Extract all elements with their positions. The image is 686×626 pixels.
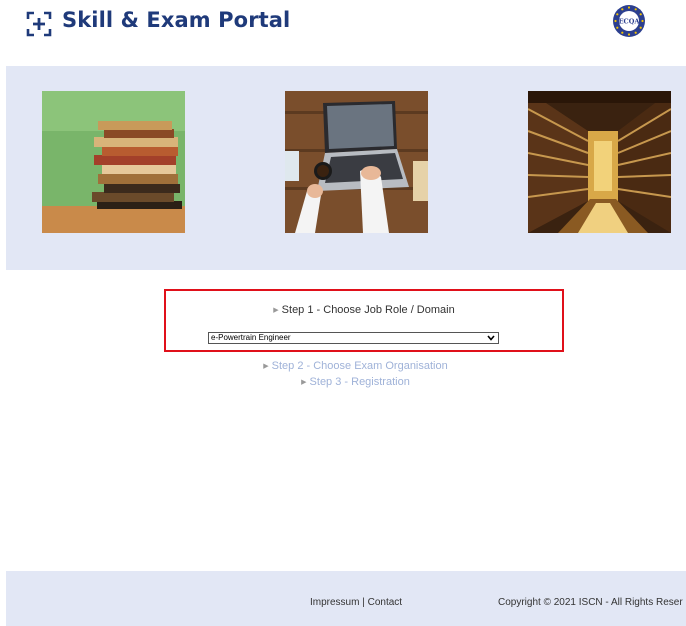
job-role-select-value: e-Powertrain Engineer (211, 333, 291, 342)
step1-label: Step 1 - Choose Job Role / Domain (281, 304, 455, 316)
step-bullet-icon: ▶ (263, 363, 269, 370)
image-banner (6, 66, 686, 270)
site-footer: Impressum | Contact Copyright © 2021 ISC… (6, 571, 686, 626)
step-bullet-icon: ▶ (273, 307, 279, 314)
ecqa-logo-icon[interactable]: ECQA (612, 4, 646, 38)
library-hall-image (528, 91, 671, 233)
step-bullet-icon: ▶ (301, 379, 307, 386)
stacked-books-image (42, 91, 185, 233)
ecqa-badge-text: ECQA (619, 18, 641, 26)
step2-label: Step 2 - Choose Exam Organisation (271, 360, 448, 372)
contact-link[interactable]: Contact (368, 597, 402, 608)
step1-highlight-box: ▶ Step 1 - Choose Job Role / Domain e-Pow… (164, 289, 564, 352)
step3-link[interactable]: ▶ Step 3 - Registration (0, 376, 686, 388)
step1-heading[interactable]: ▶ Step 1 - Choose Job Role / Domain (166, 304, 562, 316)
footer-links: Impressum | Contact (310, 597, 402, 608)
laptop-typing-image (285, 91, 428, 233)
chevron-down-icon (487, 335, 495, 341)
copyright-text: Copyright © 2021 ISCN - All Rights Reser (498, 597, 683, 608)
impressum-link[interactable]: Impressum (310, 597, 359, 608)
step2-link[interactable]: ▶ Step 2 - Choose Exam Organisation (0, 360, 686, 372)
portal-title[interactable]: Skill & Exam Portal (62, 8, 290, 32)
footer-separator: | (362, 597, 365, 608)
logo-plus-icon[interactable] (26, 11, 52, 37)
site-header: Skill & Exam Portal ECQA (0, 0, 686, 66)
job-role-select[interactable]: e-Powertrain Engineer (208, 332, 499, 344)
step3-label: Step 3 - Registration (309, 376, 410, 388)
